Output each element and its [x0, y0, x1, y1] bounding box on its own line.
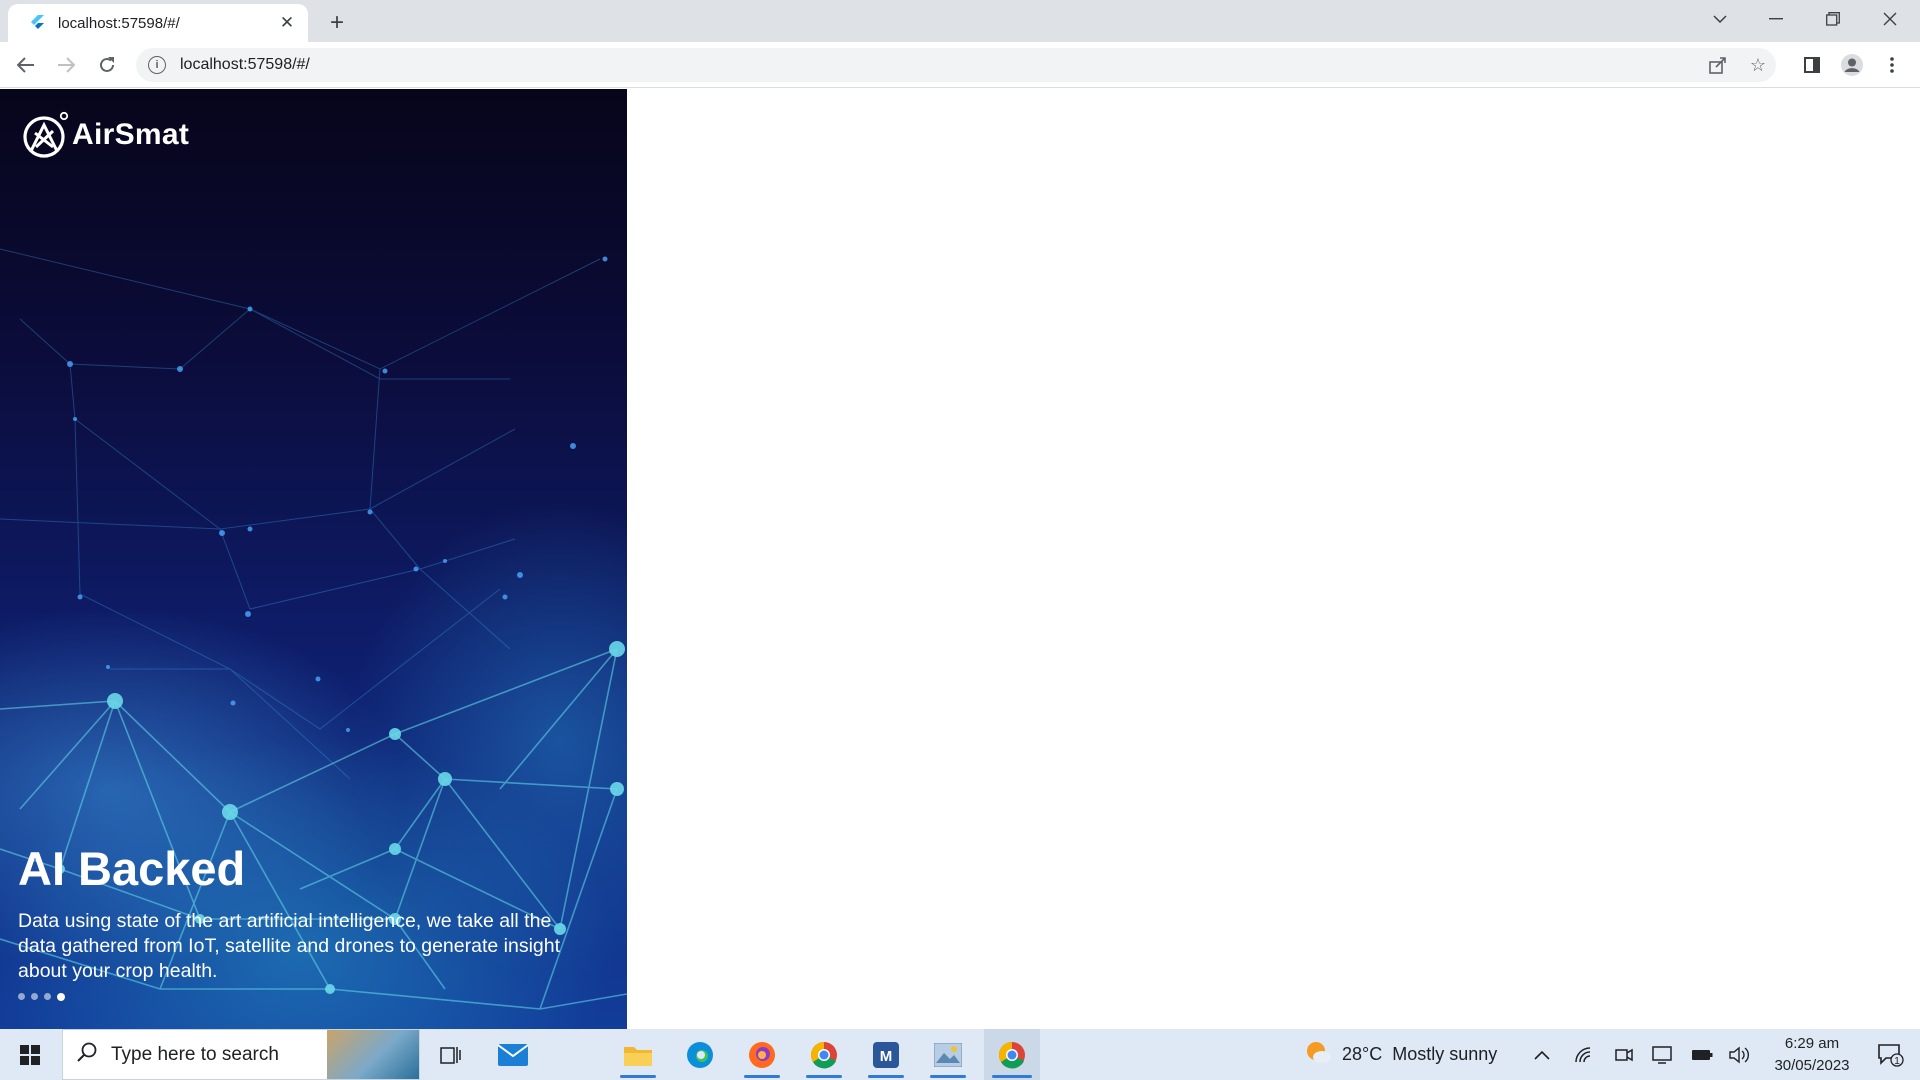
start-icon[interactable]: [0, 1029, 60, 1080]
kebab-menu-icon[interactable]: [1876, 49, 1908, 81]
arrow-left-icon[interactable]: [10, 49, 42, 81]
share-icon[interactable]: [1702, 48, 1734, 82]
chevron-down-icon[interactable]: [1692, 0, 1748, 38]
airsmat-logo-icon: [23, 111, 69, 158]
clock-date: 30/05/2023: [1774, 1057, 1850, 1074]
search-highlight-image: [327, 1030, 419, 1079]
meet-icon[interactable]: [1608, 1029, 1640, 1080]
close-window-icon[interactable]: [1862, 0, 1918, 38]
chrome-icon[interactable]: [984, 1029, 1040, 1080]
brand-name: AirSmat: [72, 118, 190, 151]
notification-count: 1: [1894, 1056, 1900, 1067]
weather-temp: 28°C: [1342, 1044, 1383, 1064]
carousel-indicator: [18, 992, 65, 1001]
browser-toolbar: i localhost:57598/#/ ☆: [0, 42, 1920, 88]
carousel-dot[interactable]: [18, 993, 25, 1000]
flutter-icon: [28, 14, 46, 32]
task-view-icon[interactable]: [428, 1029, 474, 1080]
hero-panel: AirSmat AI Backed Data using state of th…: [0, 89, 627, 1029]
app-running-indicator: [868, 1075, 904, 1078]
mail-icon[interactable]: [490, 1029, 536, 1080]
svg-text:M: M: [880, 1048, 893, 1065]
browser-tab-strip: localhost:57598/#/ ✕ +: [0, 0, 1920, 42]
app-running-indicator: [744, 1075, 780, 1078]
hero-title: AI Backed: [18, 842, 246, 895]
chevron-up-icon[interactable]: [1526, 1029, 1558, 1080]
weather-sun-icon: [1304, 1039, 1332, 1070]
carousel-dot[interactable]: [44, 993, 51, 1000]
photos-icon[interactable]: [922, 1029, 974, 1080]
reload-icon[interactable]: [91, 49, 123, 81]
app-running-indicator: [930, 1075, 966, 1078]
star-icon[interactable]: ☆: [1742, 48, 1774, 82]
windows-taskbar: Type here to search M 28°C Mostly sunny …: [0, 1029, 1920, 1080]
address-bar[interactable]: i localhost:57598/#/ ☆: [136, 48, 1776, 82]
close-icon[interactable]: ✕: [276, 12, 298, 34]
firefox-icon[interactable]: [736, 1029, 788, 1080]
hero-description: Data using state of the art artificial i…: [18, 910, 561, 982]
word-icon[interactable]: M: [860, 1029, 912, 1080]
app-running-indicator: [992, 1075, 1032, 1078]
volume-icon[interactable]: [1724, 1029, 1756, 1080]
taskbar-search-box[interactable]: Type here to search: [62, 1029, 420, 1080]
chrome-icon[interactable]: [798, 1029, 850, 1080]
search-placeholder: Type here to search: [111, 1043, 279, 1065]
plus-icon[interactable]: +: [322, 8, 352, 38]
profile-icon[interactable]: [1836, 49, 1868, 81]
blank-content-area: [627, 89, 1920, 1029]
display-icon[interactable]: [1646, 1029, 1678, 1080]
system-clock[interactable]: 6:29 am 30/05/2023: [1762, 1033, 1862, 1077]
weather-widget[interactable]: 28°C Mostly sunny: [1304, 1029, 1516, 1080]
carousel-dot[interactable]: [31, 993, 38, 1000]
restore-icon[interactable]: [1805, 0, 1861, 38]
app-running-indicator: [620, 1075, 656, 1078]
edge-icon[interactable]: [674, 1029, 726, 1080]
page-content: AirSmat AI Backed Data using state of th…: [0, 89, 1920, 1029]
search-icon: [77, 1042, 97, 1067]
tab-title: localhost:57598/#/: [58, 14, 180, 32]
network-icon[interactable]: [1568, 1029, 1600, 1080]
file-explorer-icon[interactable]: [612, 1029, 664, 1080]
side-panel-icon[interactable]: [1796, 49, 1828, 81]
clock-time: 6:29 am: [1784, 1035, 1840, 1052]
weather-condition: Mostly sunny: [1392, 1044, 1498, 1064]
notification-icon[interactable]: 1: [1868, 1029, 1914, 1080]
carousel-dot-active[interactable]: [57, 992, 65, 1001]
app-running-indicator: [806, 1075, 842, 1078]
minimize-icon[interactable]: [1748, 0, 1804, 38]
info-icon[interactable]: i: [148, 56, 166, 74]
url-text: localhost:57598/#/: [180, 56, 310, 73]
battery-icon[interactable]: [1686, 1029, 1718, 1080]
arrow-right-icon[interactable]: [50, 49, 82, 81]
brand-logo: AirSmat: [22, 111, 189, 159]
browser-tab[interactable]: localhost:57598/#/ ✕: [8, 4, 308, 42]
